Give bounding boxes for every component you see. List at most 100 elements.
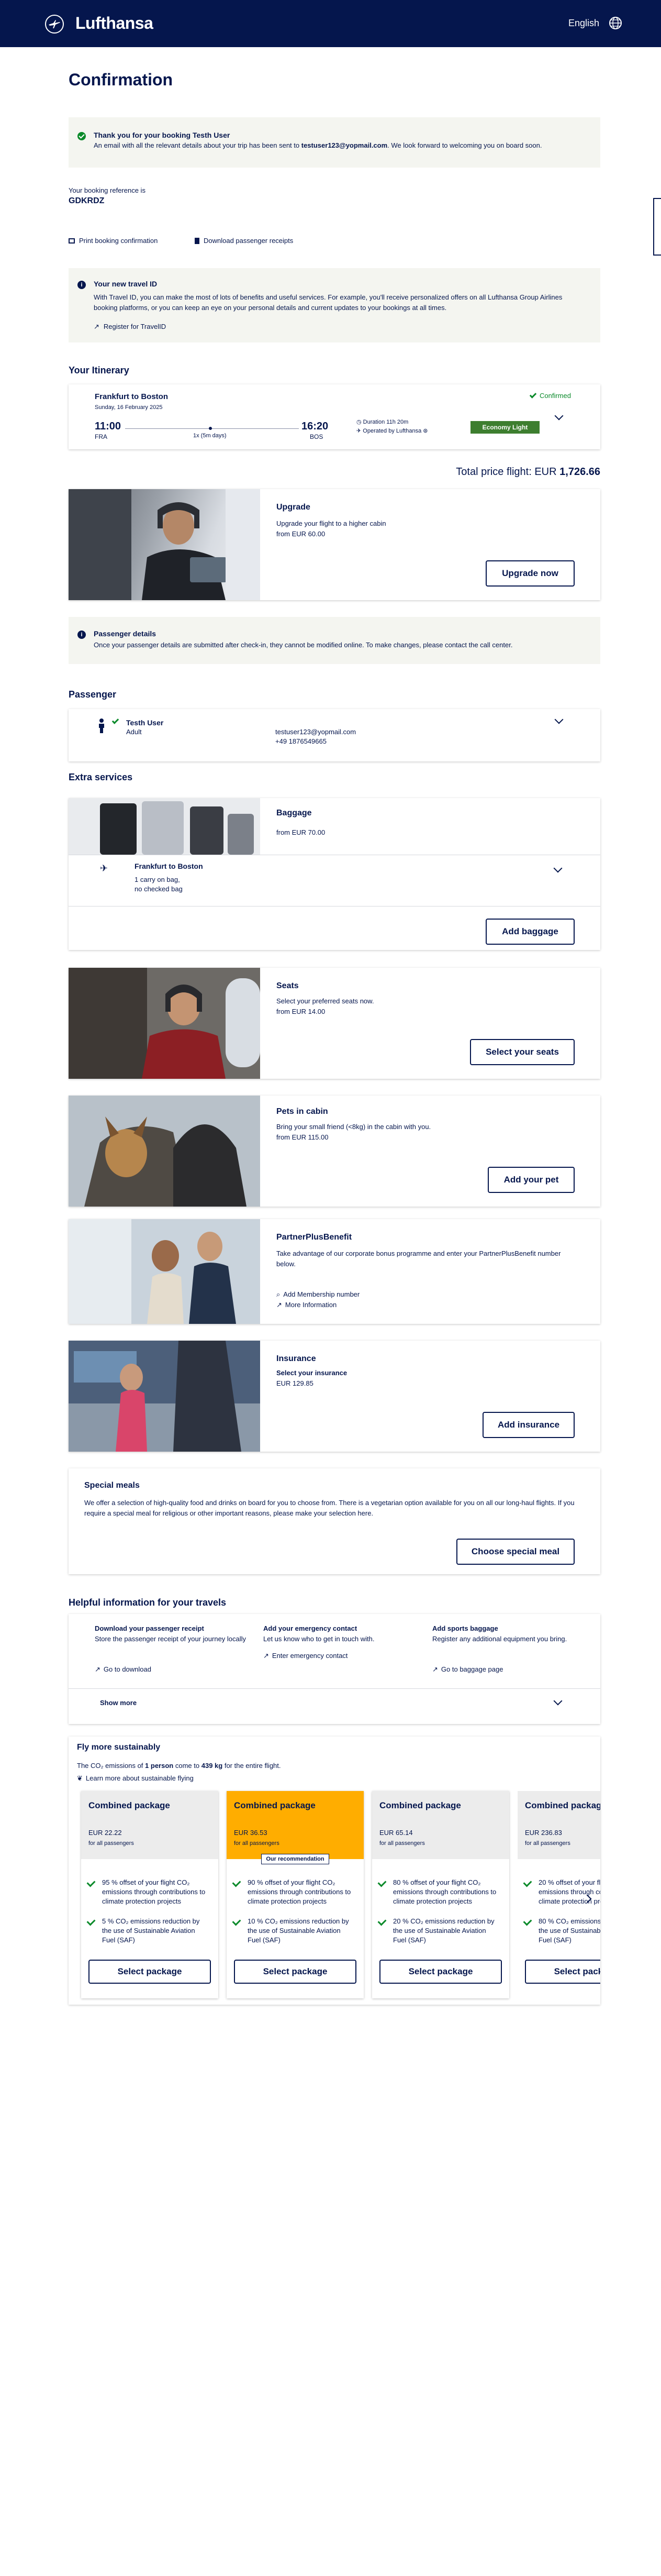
chevron-down-icon[interactable] [554, 715, 564, 724]
travel-id-title: Your new travel ID [94, 280, 158, 288]
check-icon [232, 1917, 241, 1926]
check-icon [523, 1917, 532, 1926]
insurance-card: Insurance Select your insurance EUR 129.… [69, 1341, 600, 1452]
passenger-details-notice: i Passenger details Once your passenger … [69, 617, 600, 664]
chevron-down-icon[interactable] [553, 864, 563, 873]
select-package-button[interactable]: Select package [234, 1960, 356, 1984]
passenger-phone: +49 1876549665 [275, 737, 327, 745]
upgrade-card: Upgrade Upgrade your flight to a higher … [69, 489, 600, 600]
notice-text: An email with all the relevant details a… [94, 141, 542, 149]
partner-benefit-card: PartnerPlusBenefit Take advantage of our… [69, 1219, 600, 1324]
brand-name[interactable]: Lufthansa [75, 14, 153, 33]
insurance-photo [69, 1341, 260, 1452]
globe-icon[interactable] [609, 16, 622, 30]
passenger-details-title: Passenger details [94, 629, 156, 638]
operated-by: ✈ Operated by Lufthansa ⊛ [356, 428, 428, 434]
arrival-code: BOS [310, 433, 323, 440]
baggage-page-link[interactable]: ↗ Go to baggage page [432, 1664, 503, 1675]
divider [69, 1688, 600, 1689]
crane-logo-icon[interactable] [45, 15, 64, 34]
seats-text: Select your preferred seats now. [276, 997, 374, 1005]
package-price: EUR 22.22 [88, 1829, 122, 1837]
learn-sustainable-link[interactable]: ❦ Learn more about sustainable flying [77, 1773, 194, 1784]
select-package-button[interactable]: Select package [379, 1960, 502, 1984]
package-card[interactable]: Combined package EUR 65.14 for all passe… [372, 1791, 509, 1998]
package-header: Combined package EUR 65.14 for all passe… [372, 1791, 509, 1859]
package-benefit: 20 % CO₂ emissions reduction by the use … [393, 1917, 495, 1944]
stops-text: 1x (5m days) [193, 433, 227, 439]
passenger-card[interactable]: Testh User Adult testuser123@yopmail.com… [69, 709, 600, 761]
helpful-col2-title: Add your emergency contact [263, 1624, 357, 1632]
meals-title: Special meals [84, 1481, 140, 1490]
seats-price: from EUR 14.00 [276, 1008, 326, 1015]
passenger-name: Testh User [126, 718, 164, 727]
check-icon [523, 1878, 532, 1887]
arrow-up-right-icon: ↗ [95, 1665, 100, 1673]
download-receipts-link[interactable]: Download passenger receipts [195, 237, 293, 245]
special-meals-card: Special meals We offer a selection of hi… [69, 1468, 600, 1574]
go-to-download-link[interactable]: ↗ Go to download [95, 1664, 151, 1675]
package-sub: for all passengers [88, 1840, 134, 1847]
check-icon [232, 1878, 241, 1887]
more-info-link[interactable]: ↗ More Information [276, 1300, 337, 1310]
package-title: Combined package [88, 1800, 170, 1810]
printer-icon [69, 238, 75, 244]
insurance-title: Insurance [276, 1354, 316, 1363]
extra-services-heading: Extra services [69, 772, 133, 782]
package-price: EUR 36.53 [234, 1829, 267, 1837]
package-benefit: 90 % offset of your flight CO₂ emissions… [248, 1878, 351, 1905]
select-package-button[interactable]: Select package [88, 1960, 211, 1984]
pets-photo [69, 1096, 260, 1207]
add-membership-link[interactable]: ⌕ Add Membership number [276, 1289, 360, 1300]
partner-text: Take advantage of our corporate bonus pr… [276, 1250, 561, 1268]
upgrade-price: from EUR 60.00 [276, 530, 326, 538]
seats-title: Seats [276, 981, 299, 990]
helpful-heading: Helpful information for your travels [69, 1597, 227, 1608]
add-baggage-button[interactable]: Add baggage [486, 919, 575, 945]
arrow-up-right-icon: ↗ [94, 323, 99, 330]
choose-special-meal-button[interactable]: Choose special meal [456, 1539, 575, 1565]
package-header: Combined package EUR 236.83 for all pass… [518, 1791, 600, 1859]
package-card[interactable]: Combined package EUR 22.22 for all passe… [81, 1791, 218, 1998]
itinerary-card[interactable]: Frankfurt to Boston Sunday, 16 February … [69, 384, 600, 449]
language-selector[interactable]: English [568, 18, 599, 29]
check-icon [86, 1878, 96, 1887]
success-check-icon [77, 132, 86, 140]
leaf-icon: ❦ [77, 1774, 83, 1782]
add-insurance-button[interactable]: Add insurance [483, 1412, 575, 1438]
passenger-type: Adult [126, 728, 142, 736]
emergency-contact-link[interactable]: ↗ Enter emergency contact [263, 1651, 348, 1661]
show-more-toggle[interactable]: Show more [100, 1698, 137, 1708]
pets-text: Bring your small friend (<8kg) in the ca… [276, 1123, 431, 1131]
helpful-col1-title: Download your passenger receipt [95, 1624, 204, 1632]
check-icon [377, 1878, 387, 1887]
plane-icon: ✈ [356, 428, 363, 434]
add-pet-button[interactable]: Add your pet [488, 1167, 575, 1193]
itinerary-heading: Your Itinerary [69, 365, 129, 375]
baggage-photo [69, 798, 260, 855]
register-travelid-link[interactable]: ↗ Register for TravelID [94, 322, 166, 332]
upgrade-now-button[interactable]: Upgrade now [486, 560, 575, 587]
checkmark-icon [111, 717, 119, 724]
feedback-tab[interactable] [653, 198, 661, 256]
print-booking-link[interactable]: Print booking confirmation [69, 237, 158, 245]
arrow-up-right-icon: ↗ [432, 1665, 438, 1673]
notice-title: Thank you for your booking Testh User [94, 131, 230, 139]
fare-badge: Economy Light [470, 421, 540, 434]
route-title: Frankfurt to Boston [95, 392, 168, 401]
sustain-title: Fly more sustainably [77, 1743, 161, 1752]
package-price: EUR 65.14 [379, 1829, 413, 1837]
chevron-down-icon[interactable] [554, 411, 564, 421]
package-card-recommended[interactable]: Combined package EUR 36.53 for all passe… [227, 1791, 364, 1998]
helpful-col3-text: Register any additional equipment you br… [432, 1635, 567, 1643]
upgrade-text: Upgrade your flight to a higher cabin [276, 519, 386, 527]
seats-card: Seats Select your preferred seats now. f… [69, 968, 600, 1079]
top-header: Lufthansa English [0, 0, 661, 47]
meals-text: We offer a selection of high-quality foo… [84, 1499, 575, 1517]
package-title: Combined package [234, 1800, 316, 1810]
info-icon: i [77, 281, 86, 289]
chevron-down-icon[interactable] [553, 1696, 563, 1706]
arrow-up-right-icon: ↗ [263, 1652, 269, 1660]
select-seats-button[interactable]: Select your seats [470, 1039, 575, 1065]
select-package-button[interactable]: Select package [525, 1960, 600, 1984]
